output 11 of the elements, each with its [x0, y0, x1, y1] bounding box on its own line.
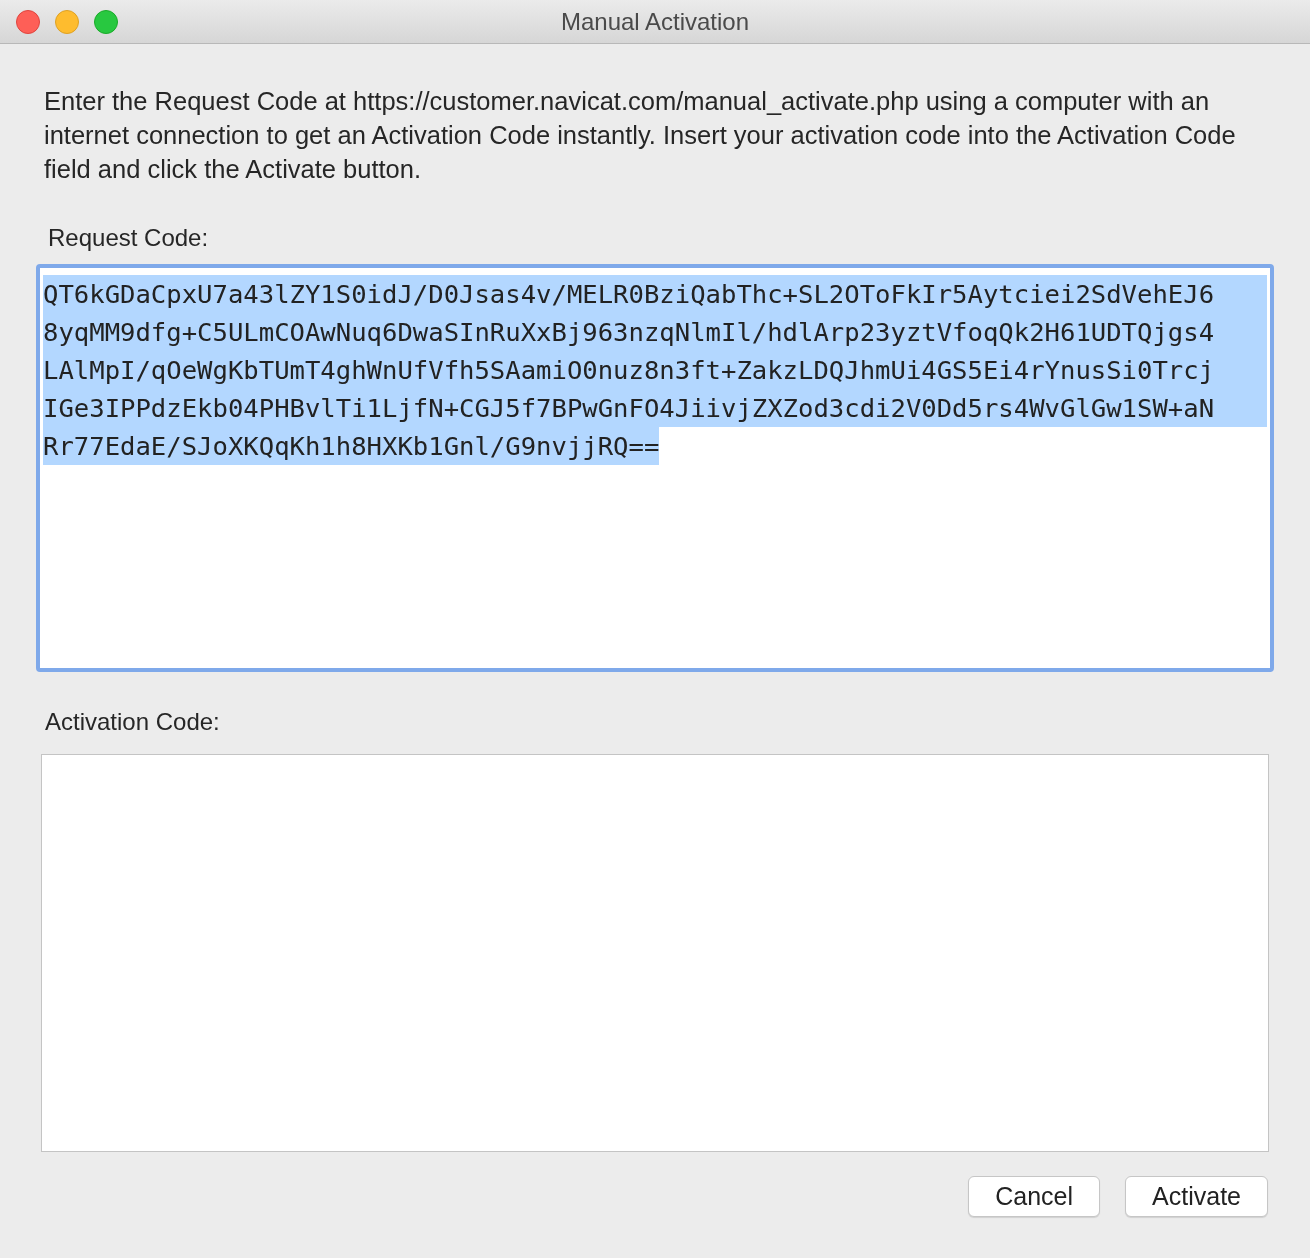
activate-button[interactable]: Activate [1125, 1176, 1268, 1217]
minimize-icon[interactable] [55, 10, 79, 34]
cancel-button[interactable]: Cancel [968, 1176, 1101, 1217]
window-title: Manual Activation [560, 7, 750, 36]
instructions-text: Enter the Request Code at https://customer.navicat.com/manual_activate.php using a computer with an internet connection to get an Activation Code instantly. Insert your activation code into the Activation Code field and click the Activate button. [44, 86, 1237, 185]
request-code-field[interactable]: QT6kGDaCpxU7a43lZY1S0idJ/D0Jsas4v/MELR0BziQabThc+SL2OToFkIr5Aytciei2SdVehEJ6 8yqMM9dfg+C5ULmCOAwNuq6DwaSInRuXxBj963nzqNlmIl/hdlArp23yztVfoqQk2H61UDTQjgs4 LAlMpI/qOeWgKbTUmT4ghWnUfVfh5SAamiO0nuz8n3ft+ZakzLDQJhmUi4GS5Ei4rYnusSi0Trcj IGe3IPPdzEkb04PHBvlTi1LjfN+CGJ5f7BPwGnFO4JiivjZXZod3cdi2V0Dd5rs4WvGlGw1SW+aN Rr77EdaE/SJoXKQqKh1h8HXKb1Gnl/G9nvjjRQ== [36, 264, 1274, 672]
close-icon[interactable] [16, 10, 40, 34]
zoom-icon[interactable] [94, 10, 118, 34]
request-code-label: Request Code: [48, 224, 210, 252]
activation-code-field[interactable] [41, 754, 1269, 1152]
activation-code-label: Activation Code: [45, 708, 221, 736]
